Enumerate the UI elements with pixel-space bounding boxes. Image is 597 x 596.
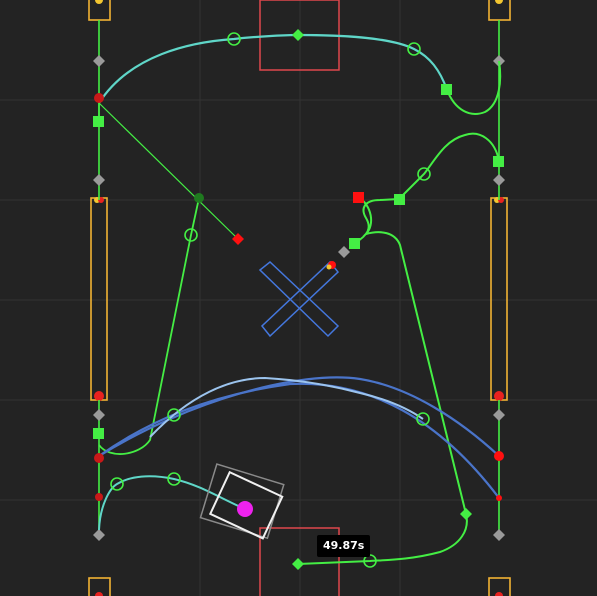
path-left-funnel [98, 197, 200, 455]
field-canvas[interactable] [0, 0, 597, 596]
waypoint-square-icon[interactable] [93, 84, 504, 439]
path-diagonal [98, 102, 239, 240]
side-rails [98, 20, 500, 535]
target-x-icon [258, 260, 340, 338]
path-right-hook [446, 60, 502, 115]
robot-icon [199, 463, 285, 540]
path-top-arc [98, 33, 449, 104]
gray-nodes [93, 55, 505, 541]
waypoint-dark-icon[interactable] [194, 193, 204, 203]
path-center-link [297, 196, 468, 565]
start-marker-icon[interactable] [94, 93, 504, 501]
elapsed-time-badge: 49.87s [317, 535, 371, 557]
path-blue-arc-1 [98, 376, 500, 457]
path-right-mid [398, 132, 500, 200]
